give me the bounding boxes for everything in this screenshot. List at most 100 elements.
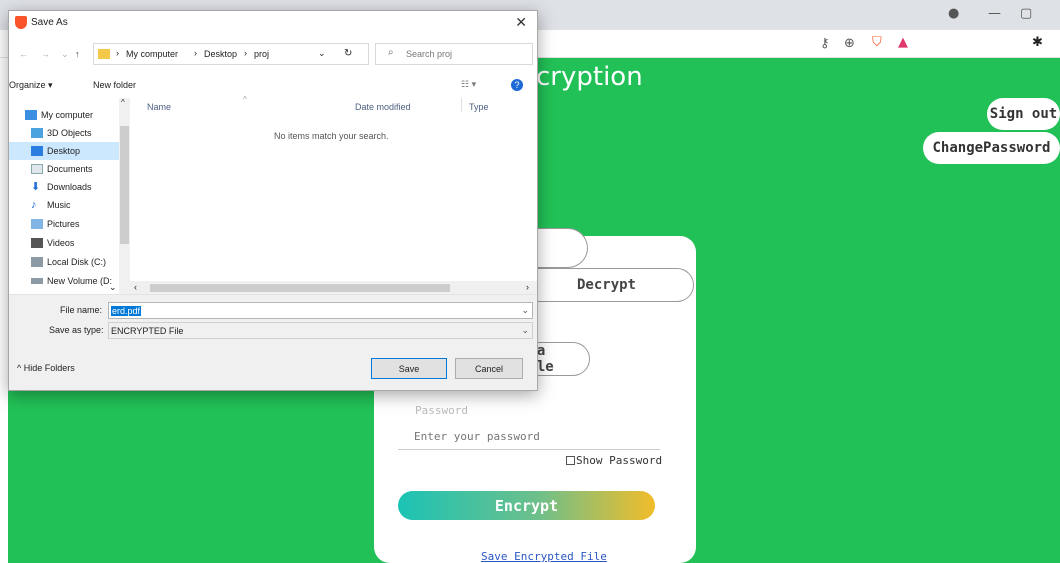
chevron-down-icon[interactable]: ⌄ <box>61 49 69 60</box>
save-form-area: File name: erd.pdf ⌄ Save as type: ENCRY… <box>9 294 537 390</box>
breadcrumb-my-computer[interactable]: My computer <box>126 49 178 59</box>
dialog-title: Save As <box>31 17 68 28</box>
organize-button[interactable]: Organize ▾ <box>9 80 53 91</box>
address-bar[interactable]: › My computer › Desktop › proj ⌄ ↻ <box>93 43 369 65</box>
refresh-icon[interactable]: ↻ <box>344 48 352 59</box>
nav-item-videos[interactable]: Videos <box>31 234 131 252</box>
column-header-date-modified[interactable]: Date modified <box>355 102 411 112</box>
file-name-input[interactable]: erd.pdf ⌄ <box>108 302 533 319</box>
new-folder-button[interactable]: New folder <box>93 80 136 90</box>
download-icon: ⬇ <box>31 181 41 193</box>
nav-item-my-computer[interactable]: My computer <box>25 106 125 124</box>
music-icon: ♪ <box>31 199 37 211</box>
breadcrumb-arrow-icon: › <box>116 48 119 58</box>
zoom-icon[interactable]: ⊕ <box>844 36 855 51</box>
save-as-type-value: ENCRYPTED File <box>111 325 184 336</box>
nav-item-label: Pictures <box>47 219 80 229</box>
desktop-icon <box>31 146 43 156</box>
nav-item-local-disk[interactable]: Local Disk (C:) <box>31 253 131 271</box>
column-divider <box>461 98 462 112</box>
show-password-label: Show Password <box>576 454 663 467</box>
save-as-type-label: Save as type: <box>49 325 104 335</box>
nav-item-3d-objects[interactable]: 3D Objects <box>31 124 131 142</box>
restore-icon[interactable]: ▢ <box>1020 6 1032 21</box>
document-icon <box>31 164 43 174</box>
computer-icon <box>25 110 37 120</box>
breadcrumb-proj[interactable]: proj <box>254 49 269 59</box>
dialog-toolbar: Organize ▾ New folder ☷ ▾ ? <box>9 75 537 97</box>
file-list-pane[interactable] <box>130 98 537 294</box>
dialog-titlebar[interactable]: Save As ✕ <box>9 11 537 35</box>
sort-indicator-icon: ^ <box>243 95 247 104</box>
chevron-down-icon[interactable]: ⌄ <box>521 305 529 316</box>
password-label: Password <box>415 404 468 417</box>
browser-menu-icon[interactable]: ● <box>948 6 959 21</box>
nav-item-label: 3D Objects <box>47 128 92 138</box>
drive-icon <box>31 257 43 267</box>
file-name-label: File name: <box>60 305 103 315</box>
key-icon[interactable]: ⚷ <box>820 36 830 51</box>
search-placeholder: Search proj <box>406 49 453 59</box>
scroll-left-icon[interactable]: ‹ <box>134 282 137 292</box>
save-button[interactable]: Save <box>371 358 447 379</box>
folder-icon <box>98 49 110 59</box>
checkbox[interactable] <box>566 456 575 465</box>
brave-shield-icon[interactable]: ⛉ <box>872 35 882 50</box>
change-password-button[interactable]: ChangePassword <box>923 132 1060 164</box>
nav-item-label: Local Disk (C:) <box>47 257 107 267</box>
scroll-down-icon[interactable]: ⌄ <box>109 282 117 293</box>
search-box[interactable]: ⌕ Search proj <box>375 43 533 65</box>
save-as-dialog: Save As ✕ ← → ⌄ ↑ › My computer › Deskto… <box>8 10 538 391</box>
up-arrow-icon[interactable]: ↑ <box>75 49 80 59</box>
brave-icon <box>15 16 27 29</box>
forward-arrow-icon[interactable]: → <box>41 49 50 59</box>
cube-icon <box>31 128 43 138</box>
nav-item-label: My computer <box>41 110 94 120</box>
nav-item-desktop[interactable]: Desktop <box>9 142 119 160</box>
decrypt-tab[interactable]: Decrypt <box>520 268 694 302</box>
nav-item-downloads[interactable]: ⬇ Downloads <box>31 178 131 196</box>
nav-item-label: Desktop <box>47 146 81 156</box>
search-icon: ⌕ <box>388 47 394 58</box>
breadcrumb-desktop[interactable]: Desktop <box>204 49 237 59</box>
close-icon[interactable]: ✕ <box>515 14 527 31</box>
view-options-icon[interactable]: ☷ ▾ <box>461 79 476 90</box>
picture-icon <box>31 219 43 229</box>
breadcrumb-arrow-icon: › <box>244 48 247 58</box>
password-input[interactable] <box>398 424 660 450</box>
page-title: cryption <box>536 62 643 92</box>
save-as-type-select[interactable]: ENCRYPTED File ⌄ <box>108 322 533 339</box>
address-dropdown-icon[interactable]: ⌄ <box>318 48 326 59</box>
column-header-name[interactable]: Name <box>147 102 171 112</box>
cancel-button[interactable]: Cancel <box>455 358 523 379</box>
column-header-type[interactable]: Type <box>469 102 489 112</box>
nav-item-music[interactable]: ♪ Music <box>31 196 131 214</box>
minimize-icon[interactable]: — <box>988 6 1001 21</box>
scroll-right-icon[interactable]: › <box>526 282 529 292</box>
save-encrypted-file-link[interactable]: Save Encrypted File <box>481 550 607 563</box>
file-name-value: erd.pdf <box>111 305 142 316</box>
show-password-toggle[interactable]: Show Password <box>566 454 662 467</box>
back-arrow-icon[interactable]: ← <box>19 49 28 59</box>
video-icon <box>31 238 43 248</box>
extensions-icon[interactable]: ✱ <box>1032 35 1043 50</box>
nav-item-label: Downloads <box>47 182 92 192</box>
hide-folders-button[interactable]: ^ Hide Folders <box>17 363 75 373</box>
drive-icon <box>31 278 43 284</box>
horizontal-scrollbar-thumb[interactable] <box>150 284 450 292</box>
brave-rewards-icon[interactable]: ▲ <box>898 35 908 50</box>
nav-item-label: Documents <box>47 164 93 174</box>
nav-item-pictures[interactable]: Pictures <box>31 215 131 233</box>
help-icon[interactable]: ? <box>511 79 523 91</box>
chevron-down-icon[interactable]: ⌄ <box>521 325 529 336</box>
breadcrumb-arrow-icon: › <box>194 48 197 58</box>
empty-message: No items match your search. <box>274 131 389 141</box>
nav-item-label: New Volume (D: <box>47 276 113 286</box>
chevron-up-icon: ^ <box>17 363 24 373</box>
sign-out-button[interactable]: Sign out <box>987 98 1060 130</box>
nav-item-label: Music <box>47 200 71 210</box>
nav-item-documents[interactable]: Documents <box>31 160 131 178</box>
horizontal-scrollbar[interactable]: ‹ › <box>130 281 537 295</box>
hide-folders-label: Hide Folders <box>23 363 75 373</box>
encrypt-button[interactable]: Encrypt <box>398 491 655 520</box>
